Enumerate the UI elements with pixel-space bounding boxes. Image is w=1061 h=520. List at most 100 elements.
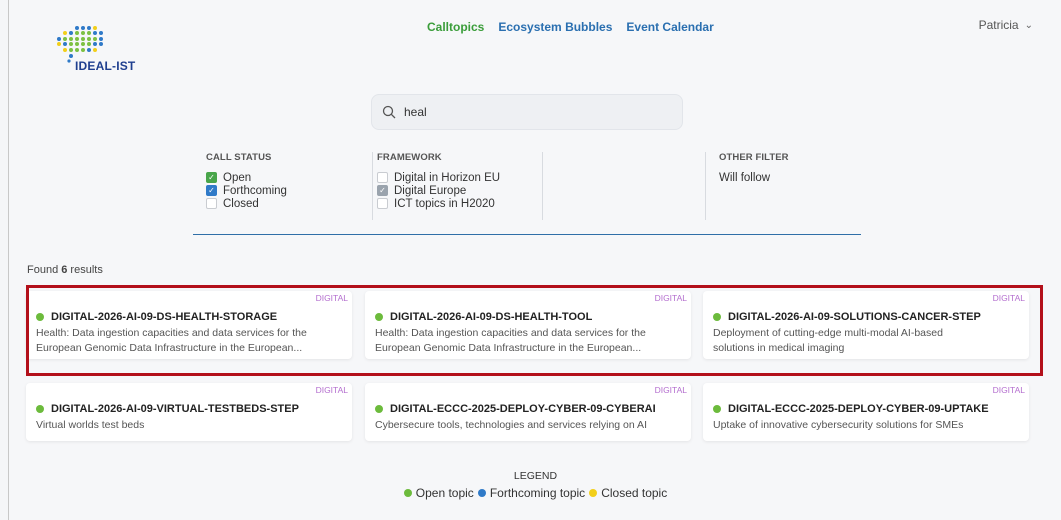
- framework-tag: DIGITAL: [315, 293, 348, 303]
- legend-forthcoming-label: Forthcoming topic: [489, 486, 586, 500]
- nav-calltopics[interactable]: Calltopics: [427, 20, 484, 34]
- topic-description: Health: Data ingestion capacities and da…: [36, 326, 346, 356]
- desc-line: European Genomic Data Infrastructure in …: [375, 342, 642, 354]
- filter-option-label: Digital in Horizon EU: [394, 171, 501, 184]
- topic-title: DIGITAL-2026-AI-09-DS-HEALTH-TOOL: [375, 311, 592, 323]
- user-name: Patricia: [978, 18, 1019, 32]
- legend-closed-label: Closed topic: [601, 486, 668, 500]
- logo[interactable]: IDEAL-IST: [53, 24, 163, 74]
- filter-option-label: Closed: [223, 197, 259, 210]
- topic-card[interactable]: DIGITAL DIGITAL-2026-AI-09-SOLUTIONS-CAN…: [703, 291, 1029, 359]
- topic-description: Health: Data ingestion capacities and da…: [375, 326, 685, 356]
- results-suffix: results: [67, 264, 103, 276]
- chevron-down-icon: ⌄: [1024, 19, 1033, 31]
- filter-divider: [372, 152, 373, 220]
- desc-line: Health: Data ingestion capacities and da…: [36, 327, 307, 339]
- status-dot-icon: [36, 405, 44, 413]
- framework-tag: DIGITAL: [654, 385, 687, 395]
- status-dot-icon: [713, 313, 721, 321]
- checkbox-unchecked-icon[interactable]: [206, 198, 217, 209]
- framework-tag: DIGITAL: [992, 293, 1025, 303]
- checkbox-unchecked-icon[interactable]: [377, 172, 388, 183]
- filter-option-digital-horizon[interactable]: Digital in Horizon EU: [377, 171, 542, 184]
- results-count: Found 6 results: [27, 264, 103, 276]
- topic-title: DIGITAL-2026-AI-09-SOLUTIONS-CANCER-STEP: [713, 311, 981, 323]
- topic-card[interactable]: DIGITAL DIGITAL-2026-AI-09-DS-HEALTH-STO…: [26, 291, 352, 359]
- desc-line: Virtual worlds test beds: [36, 419, 145, 431]
- topic-description: Uptake of innovative cybersecurity solut…: [713, 418, 1023, 433]
- filter-option-forthcoming[interactable]: ✓ Forthcoming: [206, 184, 376, 197]
- search-input[interactable]: [404, 105, 654, 119]
- legend: LEGEND Open topic Forthcoming topic Clos…: [9, 470, 1061, 500]
- filter-option-label: Forthcoming: [223, 184, 287, 197]
- filter-title: CALL STATUS: [206, 152, 272, 163]
- logo-text: IDEAL-IST: [75, 59, 136, 73]
- topic-card[interactable]: DIGITAL DIGITAL-2026-AI-09-DS-HEALTH-TOO…: [365, 291, 691, 359]
- filter-option-label: Open: [223, 171, 252, 184]
- desc-line: solutions in medical imaging: [713, 342, 845, 354]
- legend-open-label: Open topic: [415, 486, 474, 500]
- desc-line: Cybersecure tools, technologies and serv…: [375, 419, 647, 431]
- framework-tag: DIGITAL: [992, 385, 1025, 395]
- logo-dots-icon: [57, 26, 103, 63]
- topic-code: DIGITAL-ECCC-2025-DEPLOY-CYBER-09-UPTAKE: [728, 403, 989, 415]
- nav-event-calendar[interactable]: Event Calendar: [626, 20, 713, 34]
- topic-card[interactable]: DIGITAL DIGITAL-ECCC-2025-DEPLOY-CYBER-0…: [365, 383, 691, 441]
- topic-title: DIGITAL-2026-AI-09-DS-HEALTH-STORAGE: [36, 311, 277, 323]
- topic-title: DIGITAL-2026-AI-09-VIRTUAL-TESTBEDS-STEP: [36, 403, 299, 415]
- app-frame: IDEAL-IST Calltopics Ecosystem Bubbles E…: [8, 0, 1061, 520]
- topic-description: Cybersecure tools, technologies and serv…: [375, 418, 685, 433]
- filter-option-label: Digital Europe: [394, 184, 467, 197]
- filter-title: OTHER FILTER: [719, 152, 789, 163]
- checkbox-checked-icon[interactable]: ✓: [206, 172, 217, 183]
- status-dot-icon: [375, 313, 383, 321]
- topic-code: DIGITAL-2026-AI-09-DS-HEALTH-TOOL: [390, 311, 593, 323]
- checkbox-checked-icon[interactable]: ✓: [377, 185, 388, 196]
- other-filter-text: Will follow: [719, 171, 771, 184]
- filter-option-digital-europe[interactable]: ✓ Digital Europe: [377, 184, 542, 197]
- top-nav: Calltopics Ecosystem Bubbles Event Calen…: [427, 20, 728, 34]
- filter-panel: CALL STATUS ✓ Open ✓ Forthcoming Closed …: [193, 148, 861, 235]
- desc-line: Uptake of innovative cybersecurity solut…: [713, 419, 964, 431]
- forthcoming-dot-icon: [477, 489, 486, 497]
- user-menu[interactable]: Patricia ⌄: [979, 18, 1033, 32]
- nav-ecosystem-bubbles[interactable]: Ecosystem Bubbles: [498, 20, 612, 34]
- call-status-filter: CALL STATUS ✓ Open ✓ Forthcoming Closed: [206, 148, 376, 220]
- open-dot-icon: [403, 489, 412, 497]
- desc-line: Deployment of cutting-edge multi-modal A…: [713, 327, 943, 339]
- checkbox-checked-icon[interactable]: ✓: [206, 185, 217, 196]
- topic-description: Virtual worlds test beds: [36, 418, 346, 433]
- topic-card[interactable]: DIGITAL DIGITAL-ECCC-2025-DEPLOY-CYBER-0…: [703, 383, 1029, 441]
- topic-code: DIGITAL-ECCC-2025-DEPLOY-CYBER-09-CYBERA…: [390, 403, 656, 415]
- status-dot-icon: [36, 313, 44, 321]
- filter-option-label: ICT topics in H2020: [394, 197, 495, 210]
- search-icon: [382, 105, 396, 119]
- framework-tag: DIGITAL: [315, 385, 348, 395]
- filter-title: FRAMEWORK: [377, 152, 442, 163]
- framework-tag: DIGITAL: [654, 293, 687, 303]
- legend-title: LEGEND: [513, 470, 558, 482]
- topic-code: DIGITAL-2026-AI-09-SOLUTIONS-CANCER-STEP: [728, 311, 981, 323]
- filter-option-ict-h2020[interactable]: ICT topics in H2020: [377, 197, 542, 210]
- legend-items: Open topic Forthcoming topic Closed topi…: [9, 486, 1061, 500]
- filter-divider: [705, 152, 706, 220]
- filter-divider: [542, 152, 543, 220]
- topic-title: DIGITAL-ECCC-2025-DEPLOY-CYBER-09-CYBERA…: [375, 403, 656, 415]
- framework-filter: FRAMEWORK Digital in Horizon EU ✓ Digita…: [377, 148, 542, 220]
- status-dot-icon: [713, 405, 721, 413]
- topic-card[interactable]: DIGITAL DIGITAL-2026-AI-09-VIRTUAL-TESTB…: [26, 383, 352, 441]
- topic-description: Deployment of cutting-edge multi-modal A…: [713, 326, 1023, 356]
- topic-title: DIGITAL-ECCC-2025-DEPLOY-CYBER-09-UPTAKE: [713, 403, 989, 415]
- desc-line: Health: Data ingestion capacities and da…: [375, 327, 646, 339]
- other-filter: OTHER FILTER Will follow: [719, 148, 859, 220]
- topic-code: DIGITAL-2026-AI-09-VIRTUAL-TESTBEDS-STEP: [51, 403, 299, 415]
- results-prefix: Found: [27, 264, 62, 276]
- checkbox-unchecked-icon[interactable]: [377, 198, 388, 209]
- filter-option-closed[interactable]: Closed: [206, 197, 376, 210]
- closed-dot-icon: [589, 489, 598, 497]
- topic-code: DIGITAL-2026-AI-09-DS-HEALTH-STORAGE: [51, 311, 278, 323]
- filter-option-open[interactable]: ✓ Open: [206, 171, 376, 184]
- search-box: [371, 94, 683, 130]
- status-dot-icon: [375, 405, 383, 413]
- desc-line: European Genomic Data Infrastructure in …: [36, 342, 303, 354]
